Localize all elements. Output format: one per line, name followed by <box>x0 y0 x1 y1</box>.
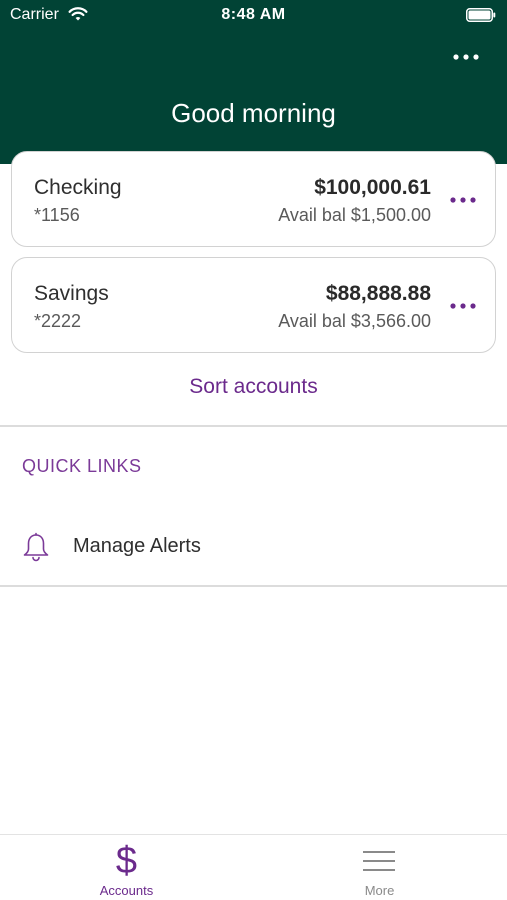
more-horizontal-icon <box>450 303 476 309</box>
account-card-checking[interactable]: Checking *1156 $100,000.61 Avail bal $1,… <box>11 151 496 247</box>
tab-label: More <box>364 883 395 898</box>
dollar-icon: $ <box>115 840 138 882</box>
accounts-screen: Carrier 8:48 AM Good morning Checking *1… <box>0 0 507 900</box>
tab-bar: $ Accounts More <box>0 834 507 900</box>
header: Carrier 8:48 AM Good morning <box>0 0 507 164</box>
menu-icon <box>363 851 395 871</box>
account-available-balance: Avail bal $1,500.00 <box>278 205 431 225</box>
account-card-savings[interactable]: Savings *2222 $88,888.88 Avail bal $3,56… <box>11 257 496 353</box>
bell-icon <box>23 532 49 562</box>
account-balance: $100,000.61 <box>314 176 431 199</box>
tab-accounts[interactable]: $ Accounts <box>0 835 253 900</box>
account-number: *1156 <box>34 205 80 225</box>
tab-more[interactable]: More <box>253 835 506 900</box>
quick-link-manage-alerts[interactable]: Manage Alerts <box>0 510 507 584</box>
status-bar: Carrier 8:48 AM <box>0 0 507 30</box>
more-horizontal-icon <box>450 197 476 203</box>
quick-links-title: QUICK LINKS <box>22 456 142 476</box>
manage-alerts-label: Manage Alerts <box>73 535 201 557</box>
status-time: 8:48 AM <box>221 6 286 23</box>
greeting-title: Good morning <box>171 98 336 128</box>
sort-accounts-link[interactable]: Sort accounts <box>0 375 507 399</box>
section-divider <box>0 425 507 427</box>
battery-icon <box>466 8 496 22</box>
account-available-balance: Avail bal $3,566.00 <box>278 311 431 331</box>
account-name: Checking <box>34 176 122 199</box>
account-name: Savings <box>34 282 109 305</box>
more-horizontal-icon <box>453 54 479 60</box>
account-number: *2222 <box>34 311 82 331</box>
section-divider <box>0 585 507 587</box>
header-more-button[interactable] <box>446 44 486 70</box>
account-balance: $88,888.88 <box>325 282 431 305</box>
tab-label: Accounts <box>99 883 154 898</box>
account-more-button[interactable] <box>443 288 483 324</box>
account-more-button[interactable] <box>443 182 483 218</box>
